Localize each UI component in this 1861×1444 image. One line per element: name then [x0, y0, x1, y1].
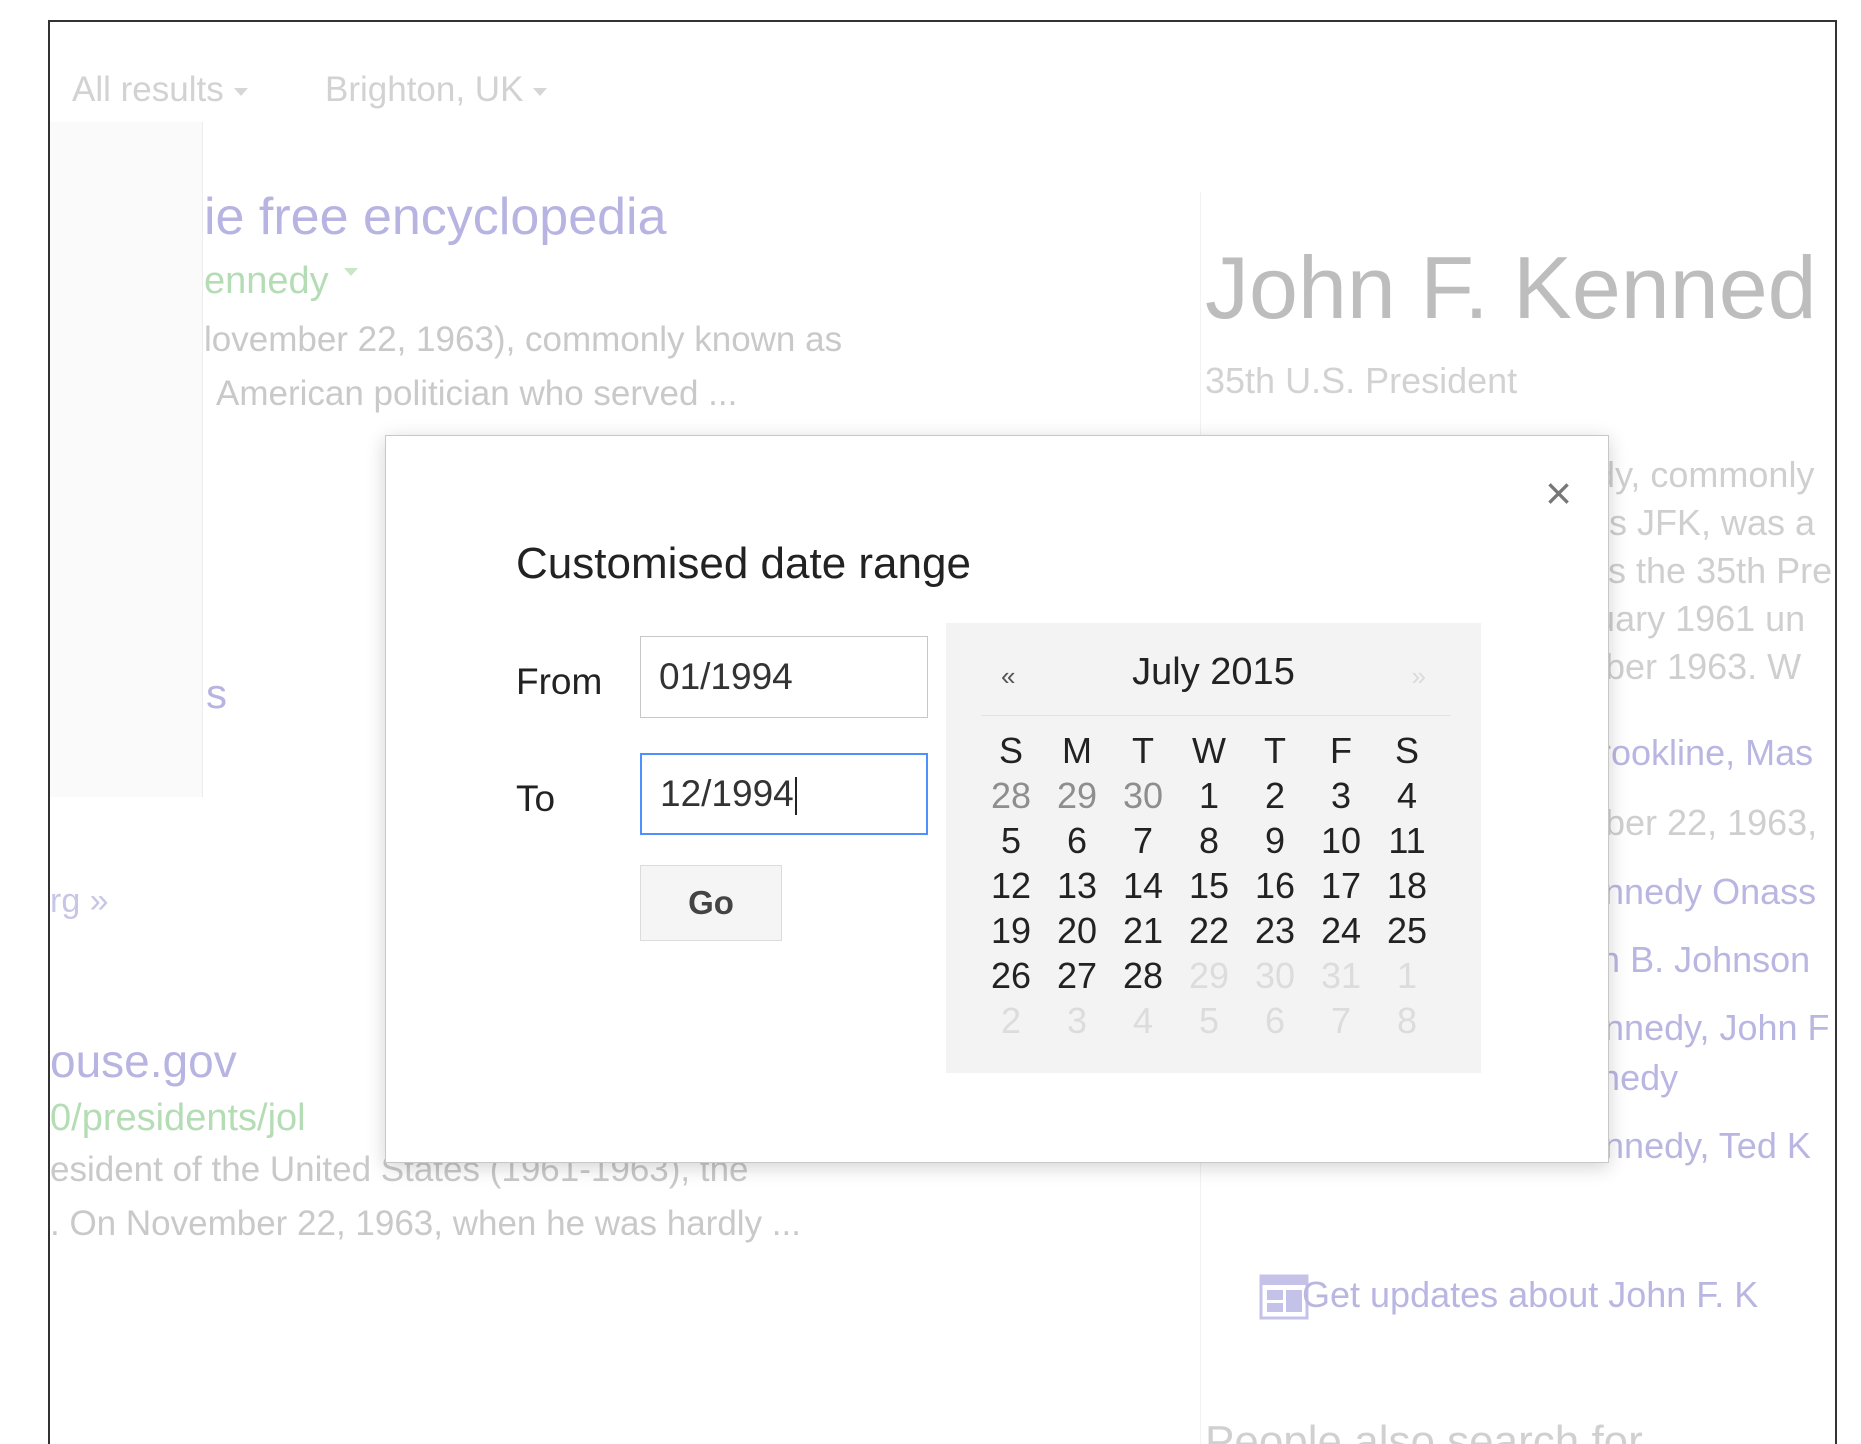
result-1-snippet-line-1: lovember 22, 1963), commonly known as	[204, 320, 843, 359]
filter-all-results[interactable]: All results	[72, 70, 248, 110]
to-label: To	[516, 778, 556, 819]
filter-location[interactable]: Brighton, UK	[325, 70, 548, 110]
calendar-day[interactable]: 12	[978, 863, 1044, 908]
weekday-label: W	[1192, 730, 1226, 771]
calendar-day: 6	[1264, 1000, 1286, 1041]
knowledge-panel-title: John F. Kenned	[1205, 238, 1817, 337]
from-date-value: 01/1994	[659, 656, 793, 697]
calendar-day: 31	[1320, 955, 1362, 996]
calendar-day[interactable]: 24	[1308, 908, 1374, 953]
get-updates-link[interactable]: Get updates about John F. K	[1302, 1274, 1758, 1316]
calendar-week-row: 2 3 4 5 6 7 8	[978, 998, 1440, 1043]
calendar-day: 1	[1396, 955, 1418, 996]
calendar-day[interactable]: 28	[978, 773, 1044, 818]
people-also-search-heading: People also search for	[1205, 1417, 1643, 1444]
calendar-week-row: 19 20 21 22 23 24 25	[978, 908, 1440, 953]
calendar-day[interactable]: 18	[1374, 863, 1440, 908]
calendar-day: 8	[1396, 1000, 1418, 1041]
calendar-day: 30	[1254, 955, 1296, 996]
result-1-more-link[interactable]: rg »	[50, 882, 109, 921]
chevron-down-icon	[233, 87, 248, 96]
calendar-day: 3	[1066, 1000, 1088, 1041]
to-date-value: 12/1994	[660, 773, 794, 814]
calendar-week-row: 5 6 7 8 9 10 11	[978, 818, 1440, 863]
calendar-divider	[981, 715, 1451, 716]
weekday-label: S	[998, 730, 1023, 771]
calendar-month-label: July 2015	[1132, 651, 1295, 693]
calendar-day[interactable]: 28	[1110, 953, 1176, 998]
calendar-day[interactable]: 16	[1242, 863, 1308, 908]
calendar-day[interactable]: 10	[1308, 818, 1374, 863]
to-date-input[interactable]: 12/1994	[640, 753, 928, 835]
calendar-day: 4	[1132, 1000, 1154, 1041]
result-1-title[interactable]: ie free encyclopedia	[204, 187, 667, 247]
calendar-day: 29	[1188, 955, 1230, 996]
month-calendar: « July 2015 » S M T W T F S 28 29 30 1 2 3 4 5 6 7 8 9 10 11…	[946, 623, 1481, 1073]
calendar-day[interactable]: 5	[978, 818, 1044, 863]
weekday-label: S	[1394, 730, 1419, 771]
calendar-day[interactable]: 22	[1176, 908, 1242, 953]
calendar-day[interactable]: 15	[1176, 863, 1242, 908]
weekday-label: T	[1132, 730, 1154, 771]
calendar-day[interactable]: 7	[1110, 818, 1176, 863]
calendar-day[interactable]: 17	[1308, 863, 1374, 908]
result-1-snippet-line-2: American politician who served ...	[216, 374, 738, 413]
calendar-day[interactable]: 1	[1176, 773, 1242, 818]
from-label: From	[516, 661, 603, 702]
calendar-day: 7	[1330, 1000, 1352, 1041]
from-date-input[interactable]: 01/1994	[640, 636, 928, 718]
calendar-day[interactable]: 2	[1242, 773, 1308, 818]
calendar-day[interactable]: 27	[1044, 953, 1110, 998]
calendar-day: 2	[1000, 1000, 1022, 1041]
result-2-url: 0/presidents/jol	[50, 1097, 306, 1139]
screenshot-frame: All results Brighton, UK ie free encyclo…	[48, 20, 1837, 1444]
calendar-day[interactable]: 3	[1308, 773, 1374, 818]
calendar-day[interactable]: 14	[1110, 863, 1176, 908]
result-2-title[interactable]: ouse.gov	[50, 1034, 237, 1088]
go-button[interactable]: Go	[640, 865, 782, 941]
calendar-week-row: 12 13 14 15 16 17 18	[978, 863, 1440, 908]
calendar-day[interactable]: 21	[1110, 908, 1176, 953]
text-cursor	[794, 777, 797, 816]
calendar-day[interactable]: 20	[1044, 908, 1110, 953]
weekday-label: T	[1264, 730, 1286, 771]
close-icon[interactable]: ×	[1545, 470, 1572, 516]
calendar-header: « July 2015 »	[946, 643, 1481, 713]
weekday-label: M	[1062, 730, 1092, 771]
filter-location-label: Brighton, UK	[325, 70, 524, 109]
calendar-day[interactable]: 19	[978, 908, 1044, 953]
knowledge-panel-subtitle: 35th U.S. President	[1205, 360, 1518, 401]
calendar-day[interactable]: 8	[1176, 818, 1242, 863]
calendar-day[interactable]: 29	[1044, 773, 1110, 818]
result-2-snippet-line-2: . On November 22, 1963, when he was hard…	[50, 1204, 801, 1243]
calendar-day: 5	[1198, 1000, 1220, 1041]
weekday-label: F	[1330, 730, 1352, 771]
calendar-week-row: 26 27 28 29 30 31 1	[978, 953, 1440, 998]
date-range-dialog: × Customised date range From 01/1994 To …	[385, 435, 1609, 1163]
result-1-url: ennedy	[204, 260, 329, 302]
calendar-day[interactable]: 23	[1242, 908, 1308, 953]
calendar-grid: S M T W T F S 28 29 30 1 2 3 4 5 6 7 8 9 10 11 12 13 14 15 16 17 18…	[978, 728, 1440, 1043]
calendar-day[interactable]: 26	[978, 953, 1044, 998]
knowledge-panel-description-line-3: l as the 35th Pre	[1570, 550, 1833, 591]
calendar-day[interactable]: 13	[1044, 863, 1110, 908]
calendar-day[interactable]: 11	[1374, 818, 1440, 863]
calendar-day[interactable]: 4	[1374, 773, 1440, 818]
filter-all-results-label: All results	[72, 70, 224, 109]
tools-side-panel	[50, 122, 203, 797]
chevron-down-icon	[533, 87, 548, 96]
calendar-day[interactable]: 6	[1044, 818, 1110, 863]
chevron-down-icon[interactable]	[344, 268, 358, 276]
dialog-title: Customised date range	[516, 539, 971, 588]
result-1-sitelink[interactable]: s	[206, 670, 227, 718]
calendar-day[interactable]: 25	[1374, 908, 1440, 953]
next-month-button[interactable]: »	[1412, 661, 1426, 692]
calendar-day[interactable]: 30	[1110, 773, 1176, 818]
weekday-header-row: SMTWTFS	[978, 728, 1440, 773]
calendar-day[interactable]: 9	[1242, 818, 1308, 863]
calendar-week-row: 28 29 30 1 2 3 4	[978, 773, 1440, 818]
